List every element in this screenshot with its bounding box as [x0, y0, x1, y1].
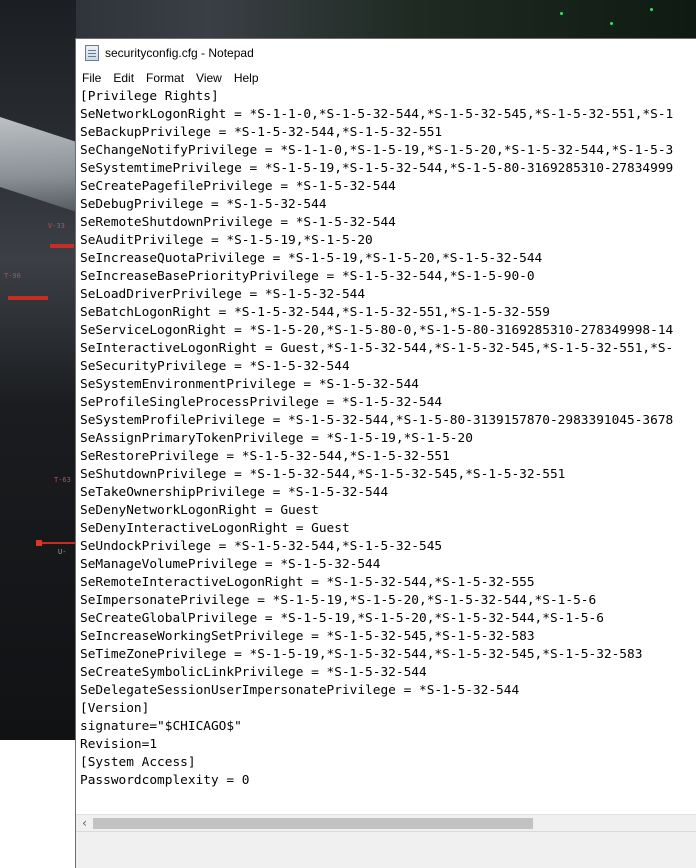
menu-view[interactable]: View [190, 71, 228, 85]
text-line[interactable]: SeIncreaseQuotaPrivilege = *S-1-5-19,*S-… [76, 250, 696, 268]
title-bar[interactable]: securityconfig.cfg - Notepad [76, 39, 696, 67]
scrollbar-thumb[interactable] [93, 818, 533, 829]
hud-bar [8, 296, 48, 300]
text-line[interactable]: SeSystemProfilePrivilege = *S-1-5-32-544… [76, 412, 696, 430]
window-title: securityconfig.cfg - Notepad [105, 46, 254, 60]
text-line[interactable]: SeServiceLogonRight = *S-1-5-20,*S-1-5-8… [76, 322, 696, 340]
text-line[interactable]: SeCreatePagefilePrivilege = *S-1-5-32-54… [76, 178, 696, 196]
text-line[interactable]: SeShutdownPrivilege = *S-1-5-32-544,*S-1… [76, 466, 696, 484]
wallpaper-light [610, 22, 613, 25]
text-line[interactable]: SeManageVolumePrivilege = *S-1-5-32-544 [76, 556, 696, 574]
text-line[interactable]: SeDenyNetworkLogonRight = Guest [76, 502, 696, 520]
text-line[interactable]: SeIncreaseBasePriorityPrivilege = *S-1-5… [76, 268, 696, 286]
text-line[interactable]: SeCreateGlobalPrivilege = *S-1-5-19,*S-1… [76, 610, 696, 628]
text-line[interactable]: SeSystemtimePrivilege = *S-1-5-19,*S-1-5… [76, 160, 696, 178]
horizontal-scrollbar[interactable]: ‹ [76, 814, 696, 831]
text-line[interactable]: Passwordcomplexity = 0 [76, 772, 696, 790]
menu-file[interactable]: File [76, 71, 107, 85]
text-line[interactable]: SeUndockPrivilege = *S-1-5-32-544,*S-1-5… [76, 538, 696, 556]
menu-bar: File Edit Format View Help [76, 68, 696, 88]
notepad-window[interactable]: securityconfig.cfg - Notepad File Edit F… [75, 38, 696, 868]
text-line[interactable]: SeAssignPrimaryTokenPrivilege = *S-1-5-1… [76, 430, 696, 448]
text-line[interactable]: SeRemoteInteractiveLogonRight = *S-1-5-3… [76, 574, 696, 592]
hud-label: V-33 [48, 222, 65, 230]
hud-label: U- [58, 548, 67, 556]
text-line[interactable]: Revision=1 [76, 736, 696, 754]
wallpaper-left: V-33 T-90 T-63 U- [0, 0, 76, 740]
text-line[interactable]: SeImpersonatePrivilege = *S-1-5-19,*S-1-… [76, 592, 696, 610]
text-line[interactable]: signature="$CHICAGO$" [76, 718, 696, 736]
wallpaper-top [0, 0, 696, 40]
text-line[interactable]: SeTakeOwnershipPrivilege = *S-1-5-32-544 [76, 484, 696, 502]
text-line[interactable]: SeSystemEnvironmentPrivilege = *S-1-5-32… [76, 376, 696, 394]
wallpaper-light [650, 8, 653, 11]
text-line[interactable]: SeNetworkLogonRight = *S-1-1-0,*S-1-5-32… [76, 106, 696, 124]
text-line[interactable]: SeSecurityPrivilege = *S-1-5-32-544 [76, 358, 696, 376]
text-line[interactable]: SeDelegateSessionUserImpersonatePrivileg… [76, 682, 696, 700]
wallpaper-light [560, 12, 563, 15]
text-line[interactable]: SeRestorePrivilege = *S-1-5-32-544,*S-1-… [76, 448, 696, 466]
text-line[interactable]: SeRemoteShutdownPrivilege = *S-1-5-32-54… [76, 214, 696, 232]
text-line[interactable]: [Version] [76, 700, 696, 718]
wallpaper-aircraft-shape [0, 110, 76, 220]
text-line[interactable]: [Privilege Rights] [76, 88, 696, 106]
menu-edit[interactable]: Edit [107, 71, 140, 85]
text-line[interactable]: SeDenyInteractiveLogonRight = Guest [76, 520, 696, 538]
hud-bar [50, 244, 74, 248]
text-line[interactable]: SeCreateSymbolicLinkPrivilege = *S-1-5-3… [76, 664, 696, 682]
hud-label: T-63 [54, 476, 71, 484]
text-line[interactable]: SeLoadDriverPrivilege = *S-1-5-32-544 [76, 286, 696, 304]
menu-help[interactable]: Help [228, 71, 265, 85]
text-line[interactable]: SeProfileSingleProcessPrivilege = *S-1-5… [76, 394, 696, 412]
text-line[interactable]: SeAuditPrivilege = *S-1-5-19,*S-1-5-20 [76, 232, 696, 250]
text-line[interactable]: SeBackupPrivilege = *S-1-5-32-544,*S-1-5… [76, 124, 696, 142]
desktop-blank-area [0, 740, 76, 868]
text-line[interactable]: [System Access] [76, 754, 696, 772]
text-line[interactable]: SeIncreaseWorkingSetPrivilege = *S-1-5-3… [76, 628, 696, 646]
text-line[interactable]: SeDebugPrivilege = *S-1-5-32-544 [76, 196, 696, 214]
notepad-icon[interactable] [85, 45, 99, 61]
text-editor-area[interactable]: [Privilege Rights] SeNetworkLogonRight = … [76, 88, 696, 814]
hud-bar [42, 542, 76, 544]
hud-label: T-90 [4, 272, 21, 280]
menu-format[interactable]: Format [140, 71, 190, 85]
text-line[interactable]: SeChangeNotifyPrivilege = *S-1-1-0,*S-1-… [76, 142, 696, 160]
text-line[interactable]: SeInteractiveLogonRight = Guest,*S-1-5-3… [76, 340, 696, 358]
text-line[interactable]: SeBatchLogonRight = *S-1-5-32-544,*S-1-5… [76, 304, 696, 322]
text-line[interactable]: SeTimeZonePrivilege = *S-1-5-19,*S-1-5-3… [76, 646, 696, 664]
scroll-left-arrow-icon[interactable]: ‹ [76, 815, 93, 831]
status-bar [76, 831, 696, 868]
